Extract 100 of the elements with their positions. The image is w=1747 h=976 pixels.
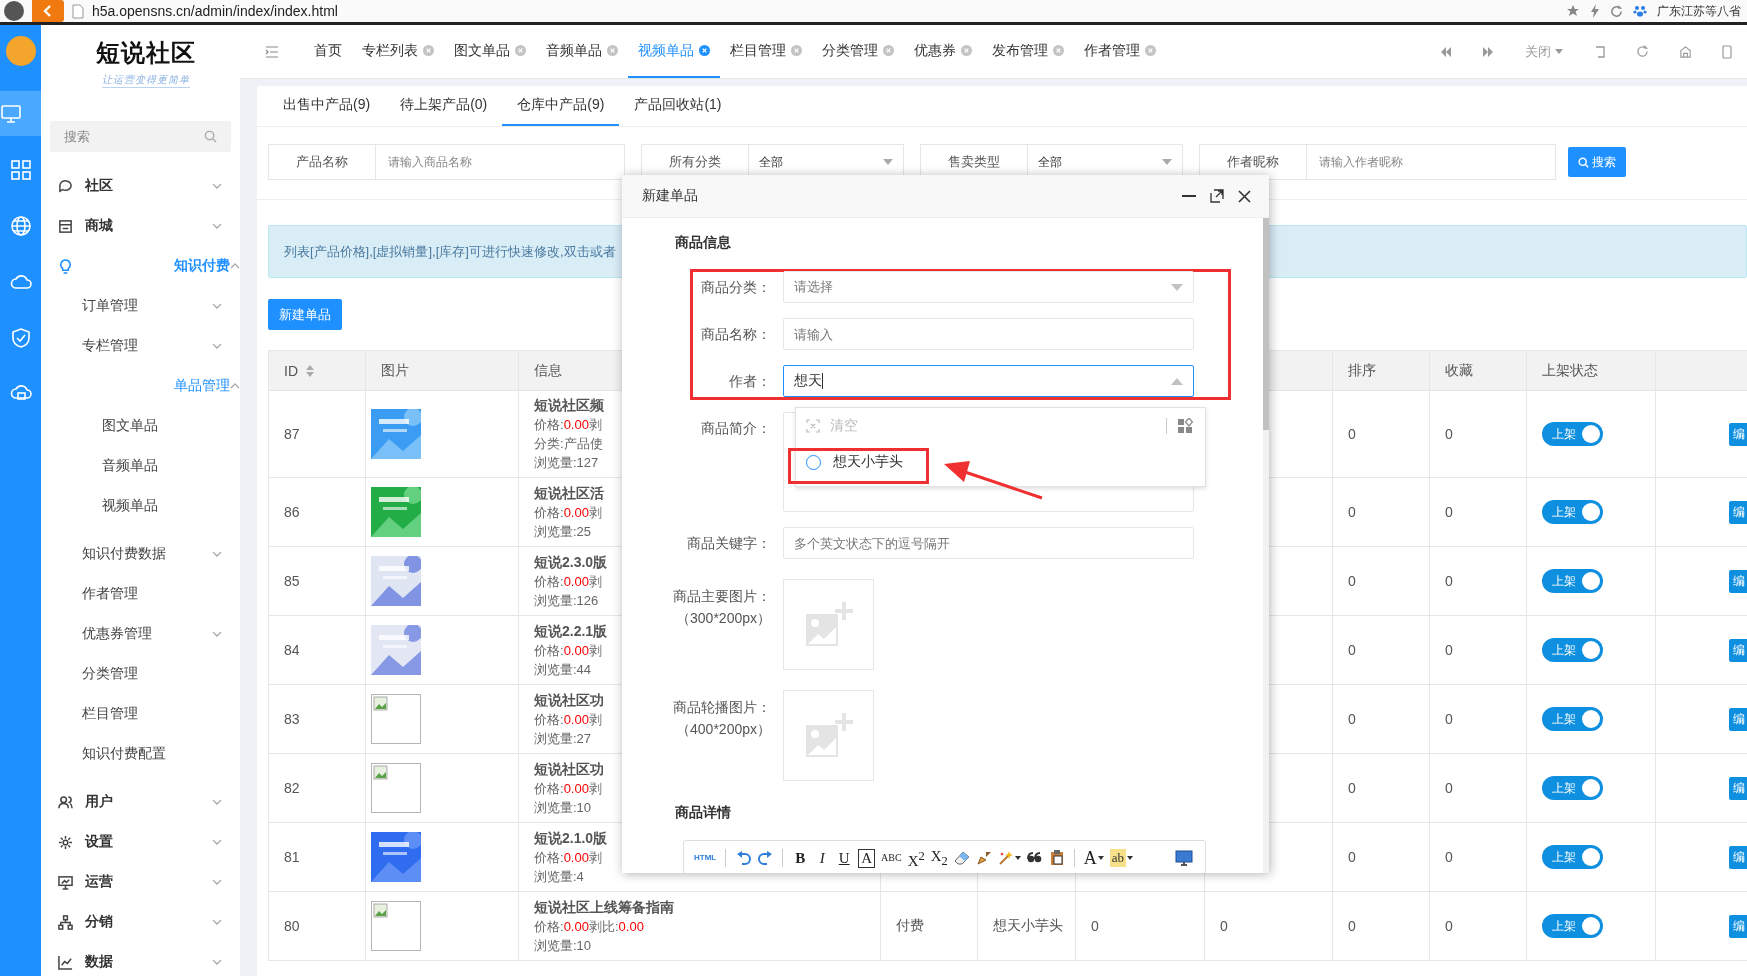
column-header: 上架状态	[1542, 361, 1598, 380]
table-cell: 0	[1348, 780, 1356, 796]
page-tab[interactable]: 发布管理	[982, 25, 1074, 78]
product-tab[interactable]: 待上架产品(0)	[385, 86, 503, 126]
format-button[interactable]: A	[1081, 846, 1106, 870]
sort-icon[interactable]	[306, 364, 314, 377]
table-cell: 0	[1348, 426, 1356, 442]
sidebar-item[interactable]: 运营	[41, 862, 240, 902]
page-tab[interactable]: 分类管理	[812, 25, 904, 78]
refresh-icon[interactable]	[1610, 4, 1623, 18]
name-input[interactable]: 请输入	[783, 318, 1194, 350]
sidebar-item[interactable]: 分类管理	[41, 654, 240, 694]
close-tab-icon[interactable]	[1145, 45, 1156, 56]
close-tab-icon[interactable]	[1053, 45, 1064, 56]
presentation-icon	[58, 874, 73, 890]
sidebar-item[interactable]: 栏目管理	[41, 694, 240, 734]
format-button[interactable]: I	[812, 846, 833, 870]
product-tab[interactable]: 仓库中产品(9)	[502, 86, 620, 126]
close-tab-icon[interactable]	[515, 45, 526, 56]
close-tab-icon[interactable]	[883, 45, 894, 56]
chevron-down-icon	[212, 223, 222, 229]
author-option[interactable]: 想天小芋头	[796, 444, 1205, 480]
chevron-up-icon	[230, 263, 240, 269]
close-icon[interactable]	[1238, 189, 1251, 203]
home-icon[interactable]	[1679, 45, 1692, 58]
format-button[interactable]: A	[856, 846, 878, 870]
refresh-icon[interactable]	[1636, 45, 1649, 58]
sidebar-item[interactable]: 音频单品	[41, 446, 240, 486]
sidebar-item[interactable]: 社区	[41, 166, 240, 206]
lightning-icon[interactable]	[1590, 4, 1600, 18]
sidebar-item[interactable]: 订单管理	[41, 286, 240, 326]
back-button[interactable]	[32, 0, 64, 22]
page-tab[interactable]: 作者管理	[1074, 25, 1166, 78]
page-tab[interactable]: 栏目管理	[720, 25, 812, 78]
minimize-icon[interactable]	[1182, 194, 1196, 198]
filter-input[interactable]: 请输入商品名称	[376, 144, 625, 180]
scroll-right-icon[interactable]	[1482, 46, 1494, 57]
maximize-icon[interactable]	[1210, 189, 1224, 203]
product-tab[interactable]: 产品回收站(1)	[619, 86, 737, 126]
sidebar-item[interactable]: 专栏管理	[41, 326, 240, 366]
sidebar-item[interactable]: 用户	[41, 782, 240, 822]
sidebar-item[interactable]: 视频单品	[41, 486, 240, 526]
sidebar-item[interactable]: 分销	[41, 902, 240, 942]
sidebar-item[interactable]: 数据	[41, 942, 240, 976]
sidebar-item[interactable]: 优惠券管理	[41, 614, 240, 654]
phone-icon[interactable]	[1722, 44, 1732, 59]
paw-icon[interactable]	[1633, 4, 1647, 18]
close-tab-icon[interactable]	[423, 45, 434, 56]
table-cell: 0	[1445, 573, 1453, 589]
star-icon[interactable]	[1566, 4, 1580, 18]
sidebar-item[interactable]: 设置	[41, 822, 240, 862]
format-button[interactable]: HTML	[692, 846, 719, 870]
page-tab[interactable]: 专栏列表	[352, 25, 444, 78]
brand-slogan: 让运营变得更简单	[101, 73, 190, 88]
views-line: 浏览量:10	[534, 798, 592, 817]
table-cell: 想天小芋头	[993, 917, 1063, 933]
sidebar-item[interactable]: 商城	[41, 206, 240, 246]
shield-check-icon	[9, 326, 32, 349]
views-line: 浏览量:27	[534, 729, 592, 748]
grid-icon	[9, 158, 32, 181]
section-title: 商品详情	[675, 804, 731, 820]
page-tab[interactable]: 优惠券	[904, 25, 982, 78]
page-tab[interactable]: 音频单品	[536, 25, 628, 78]
scroll-left-icon[interactable]	[1440, 46, 1452, 57]
add-image-icon	[803, 712, 854, 759]
close-tab-icon[interactable]	[699, 45, 710, 56]
views-line: 浏览量:44	[534, 660, 592, 679]
table-cell: 84	[284, 642, 300, 658]
add-image-icon	[803, 601, 854, 648]
format-button[interactable]: U	[834, 846, 855, 870]
sidebar-item[interactable]: 图文单品	[41, 406, 240, 446]
format-button[interactable]: ab	[1107, 846, 1136, 870]
format-button[interactable]: B	[790, 846, 811, 870]
category-select[interactable]: 请选择	[783, 271, 1194, 303]
sidebar-item[interactable]: 知识付费数据	[41, 534, 240, 574]
format-button[interactable]: X$^{2}$	[905, 846, 927, 871]
grid-icon[interactable]	[1177, 418, 1193, 434]
product-tab[interactable]: 出售中产品(9)	[268, 86, 386, 126]
format-button[interactable]: ABC	[879, 846, 904, 870]
format-button[interactable]: X$_{2}$	[928, 846, 950, 871]
page-tab[interactable]: 首页	[304, 25, 352, 78]
sidebar-item[interactable]: 作者管理	[41, 574, 240, 614]
return-icon[interactable]	[1594, 45, 1606, 58]
column-header: ID	[284, 362, 298, 379]
views-line: 浏览量:25	[534, 522, 592, 541]
address-bar[interactable]: h5a.opensns.cn/admin/index/index.html	[92, 3, 338, 19]
close-tab-icon[interactable]	[961, 45, 972, 56]
column-header: 收藏	[1445, 361, 1473, 380]
keywords-input[interactable]: 多个英文状态下的逗号隔开	[783, 527, 1194, 559]
sidebar-item[interactable]: 知识付费配置	[41, 734, 240, 774]
search-field[interactable]: 搜索	[50, 121, 231, 152]
page-tab[interactable]: 图文单品	[444, 25, 536, 78]
close-tab-icon[interactable]	[791, 45, 802, 56]
sitemap-icon	[58, 914, 73, 930]
filter-input[interactable]: 请输入作者昵称	[1307, 144, 1556, 180]
price-line: 价格:0.00剥	[534, 848, 602, 867]
author-select[interactable]: 想天	[783, 365, 1194, 397]
collapse-menu-icon[interactable]	[265, 45, 279, 58]
close-tab-icon[interactable]	[607, 45, 618, 56]
chevron-up-icon	[230, 383, 240, 389]
